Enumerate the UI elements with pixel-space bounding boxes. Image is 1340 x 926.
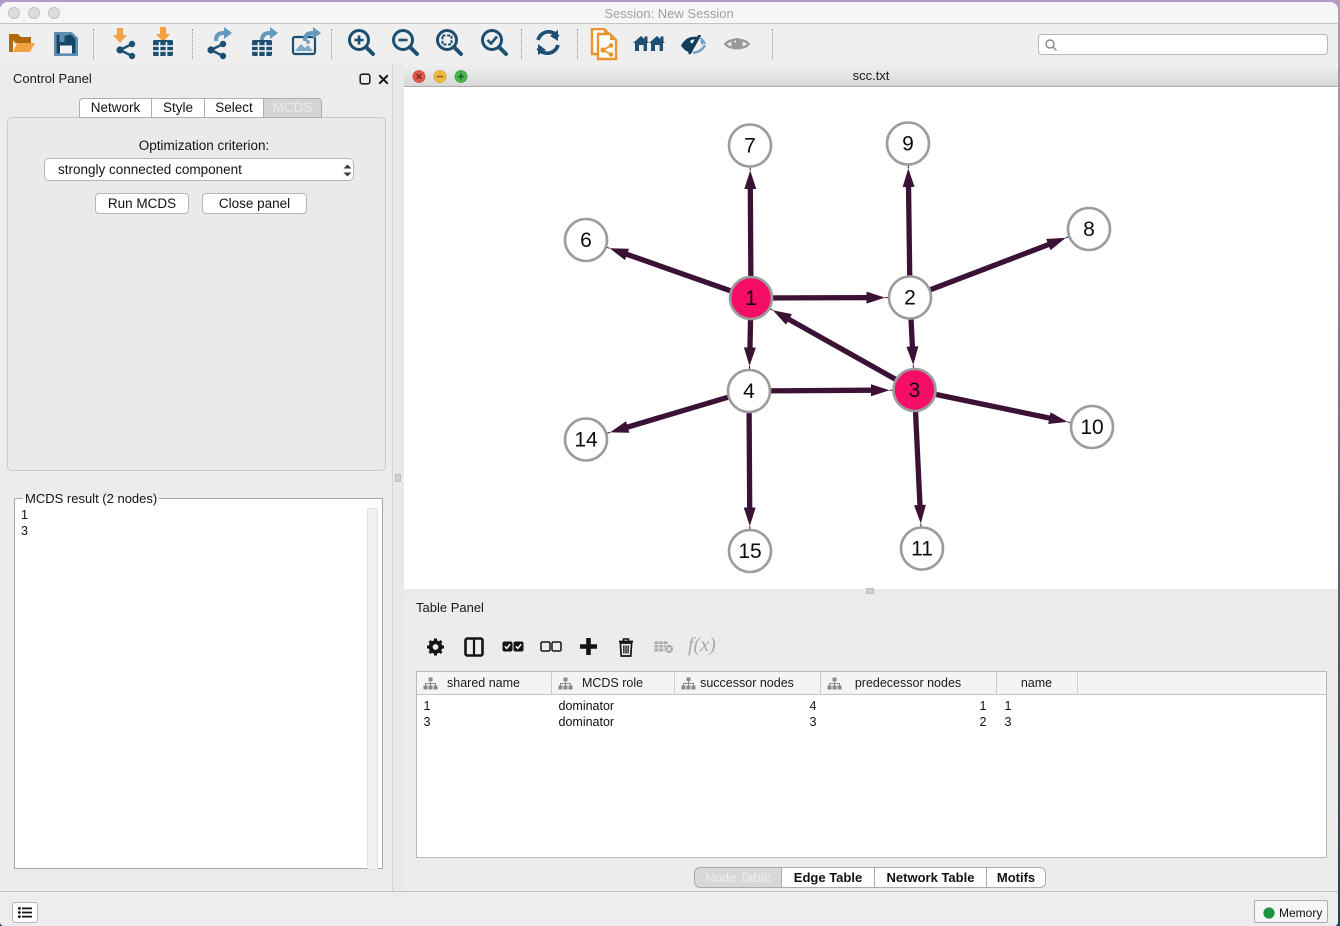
svg-text:6: 6 [580,229,592,252]
svg-text:1: 1 [745,287,757,310]
svg-text:7: 7 [744,135,756,158]
svg-text:10: 10 [1080,416,1103,439]
svg-text:15: 15 [738,540,761,563]
svg-text:4: 4 [743,380,755,403]
svg-text:8: 8 [1083,218,1095,241]
svg-text:11: 11 [911,538,933,561]
svg-text:9: 9 [902,133,914,156]
svg-text:3: 3 [909,379,921,402]
svg-text:2: 2 [904,287,916,310]
svg-text:14: 14 [574,429,598,452]
